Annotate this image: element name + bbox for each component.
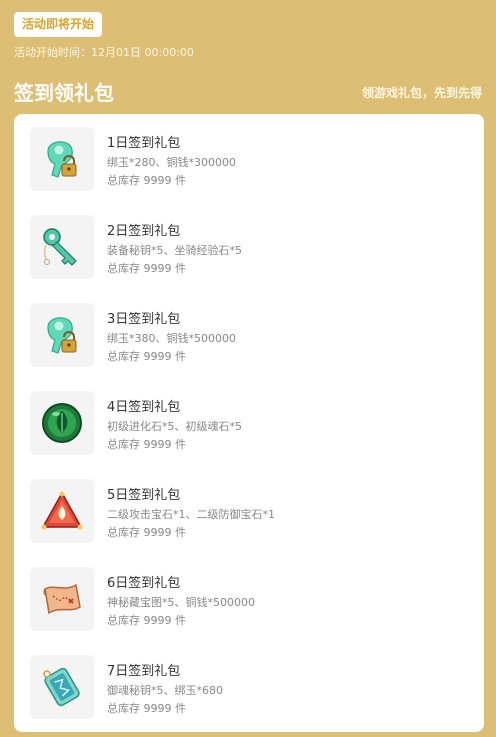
- gift-content: 装备秘钥*5、坐骑经验石*5: [107, 244, 242, 257]
- gift-stock: 总库存 9999 件: [107, 262, 186, 275]
- jade-lock-icon: [47, 141, 77, 178]
- evolution-stone-icon: [42, 403, 82, 443]
- gift-item-day-5[interactable]: 5日签到礼包 二级攻击宝石*1、二级防御宝石*1 总库存 9999 件: [30, 479, 470, 545]
- gift-stock: 总库存 9999 件: [107, 438, 186, 451]
- gift-content: 御魂秘钥*5、绑玉*680: [107, 684, 223, 697]
- soul-key-icon: [43, 667, 80, 707]
- gift-content: 绑玉*280、铜钱*300000: [107, 156, 236, 169]
- gift-content: 二级攻击宝石*1、二级防御宝石*1: [107, 508, 275, 521]
- gift-stock: 总库存 9999 件: [107, 526, 186, 539]
- start-time-label: 活动开始时间：12月01日 00:00:00: [14, 46, 194, 59]
- gift-stock: 总库存 9999 件: [107, 350, 186, 363]
- key-icon: [43, 228, 77, 266]
- gift-thumbnail: [30, 479, 94, 543]
- gift-stock: 总库存 9999 件: [107, 174, 186, 187]
- gift-item-day-4[interactable]: 4日签到礼包 初级进化石*5、初级魂石*5 总库存 9999 件: [30, 391, 470, 457]
- section-slogan: 领游戏礼包，先到先得: [361, 86, 482, 100]
- gift-name: 7日签到礼包: [107, 664, 181, 679]
- gift-thumbnail: [30, 391, 94, 455]
- section-title: 签到领礼包: [14, 81, 114, 105]
- gem-icon: [41, 491, 83, 530]
- gift-item-day-3[interactable]: 3日签到礼包 绑玉*380、铜钱*500000 总库存 9999 件: [30, 303, 470, 369]
- jade-lock-icon: [47, 317, 77, 354]
- gift-name: 1日签到礼包: [107, 136, 181, 151]
- gift-item-day-2[interactable]: 2日签到礼包 装备秘钥*5、坐骑经验石*5 总库存 9999 件: [30, 215, 470, 281]
- gift-stock: 总库存 9999 件: [107, 614, 186, 627]
- gift-name: 4日签到礼包: [107, 400, 181, 415]
- gift-thumbnail: [30, 567, 94, 631]
- treasure-map-icon: [43, 583, 81, 615]
- gift-content: 初级进化石*5、初级魂石*5: [107, 420, 242, 433]
- gift-item-day-7[interactable]: 7日签到礼包 御魂秘钥*5、绑玉*680 总库存 9999 件: [30, 655, 470, 721]
- gift-stock: 总库存 9999 件: [107, 702, 186, 715]
- gift-name: 5日签到礼包: [107, 488, 181, 503]
- gift-item-day-1[interactable]: 1日签到礼包 绑玉*280、铜钱*300000 总库存 9999 件: [30, 127, 470, 193]
- gift-name: 6日签到礼包: [107, 576, 181, 591]
- gift-thumbnail: [30, 215, 94, 279]
- gift-thumbnail: [30, 655, 94, 719]
- status-badge: 活动即将开始: [14, 12, 103, 37]
- gift-item-day-6[interactable]: 6日签到礼包 神秘藏宝图*5、铜钱*500000 总库存 9999 件: [30, 567, 470, 633]
- gift-content: 神秘藏宝图*5、铜钱*500000: [107, 596, 255, 609]
- gift-thumbnail: [30, 303, 94, 367]
- gift-list: 1日签到礼包 绑玉*280、铜钱*300000 总库存 9999 件 2日签到礼…: [14, 114, 484, 732]
- gift-name: 3日签到礼包: [107, 312, 181, 327]
- gift-content: 绑玉*380、铜钱*500000: [107, 332, 236, 345]
- gift-name: 2日签到礼包: [107, 224, 181, 239]
- gift-thumbnail: [30, 127, 94, 191]
